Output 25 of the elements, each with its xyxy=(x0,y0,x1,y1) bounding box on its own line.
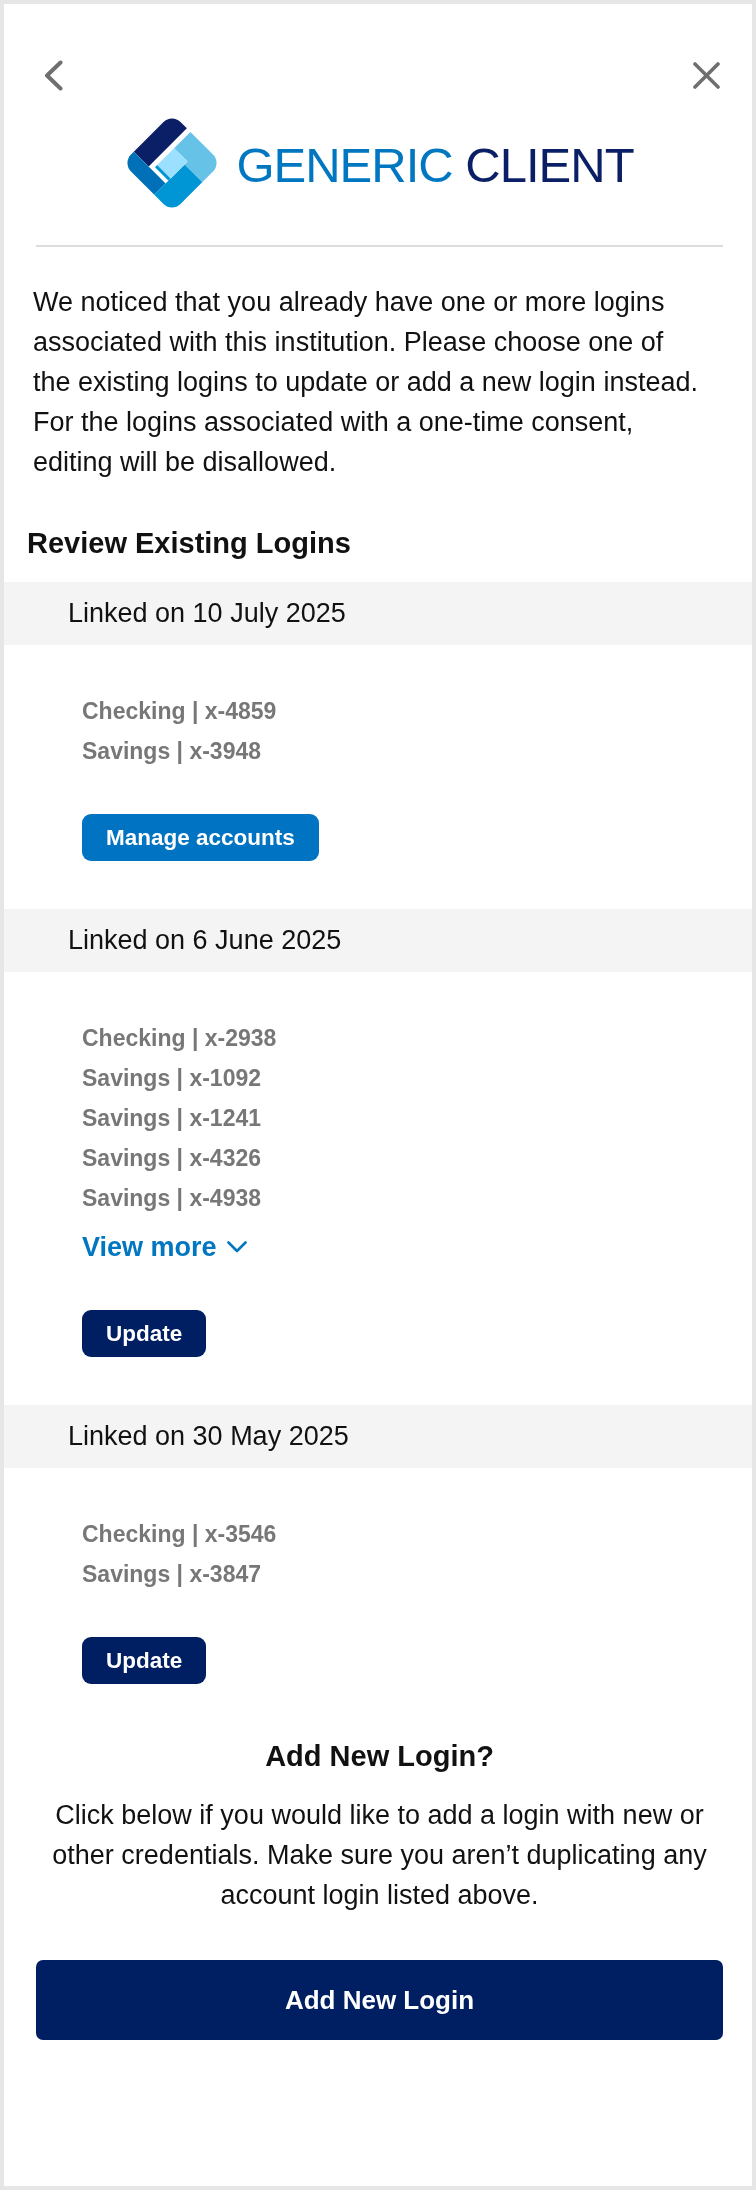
linked-date-header: Linked on 30 May 2025 xyxy=(4,1405,752,1468)
account-label: Checking | x-4859 xyxy=(82,697,277,726)
chevron-down-icon xyxy=(226,1241,247,1253)
update-button[interactable]: Update xyxy=(82,1637,207,1684)
account-label: Savings | x-1241 xyxy=(82,1104,262,1133)
close-icon[interactable] xyxy=(693,62,720,89)
chevron-left-icon[interactable] xyxy=(43,60,63,91)
account-label: Savings | x-1092 xyxy=(82,1064,262,1093)
linked-date-header: Linked on 6 June 2025 xyxy=(4,909,752,972)
view-more-link[interactable]: View more xyxy=(82,1227,247,1267)
intro-text: We noticed that you already have one or more logins associated with this institution. Please choose one of the existing logins to update or add a new login instead. For the logins associated with a one-time consent, editing will be disallowed. xyxy=(33,286,699,479)
manage-accounts-button[interactable]: Manage accounts xyxy=(82,814,319,861)
add-login-button[interactable]: Add New Login xyxy=(36,1960,723,2040)
add-login-heading: Add New Login? xyxy=(265,1739,494,1774)
section-heading: Review Existing Logins xyxy=(27,526,351,561)
account-label: Checking | x-3546 xyxy=(82,1520,277,1549)
account-label: Savings | x-3847 xyxy=(82,1560,262,1589)
account-label: Savings | x-4938 xyxy=(82,1184,262,1213)
add-login-description: Click below if you would like to add a login with new or other credentials. Make sure you aren’t duplicating any account login listed above. xyxy=(51,1799,708,1912)
linked-date-header: Linked on 10 July 2025 xyxy=(4,582,752,645)
account-label: Checking | x-2938 xyxy=(82,1024,277,1053)
account-label: Savings | x-4326 xyxy=(82,1144,262,1173)
brand-name: GENERIC CLIENT xyxy=(236,136,634,190)
update-button[interactable]: Update xyxy=(82,1310,207,1357)
account-label: Savings | x-3948 xyxy=(82,737,262,766)
